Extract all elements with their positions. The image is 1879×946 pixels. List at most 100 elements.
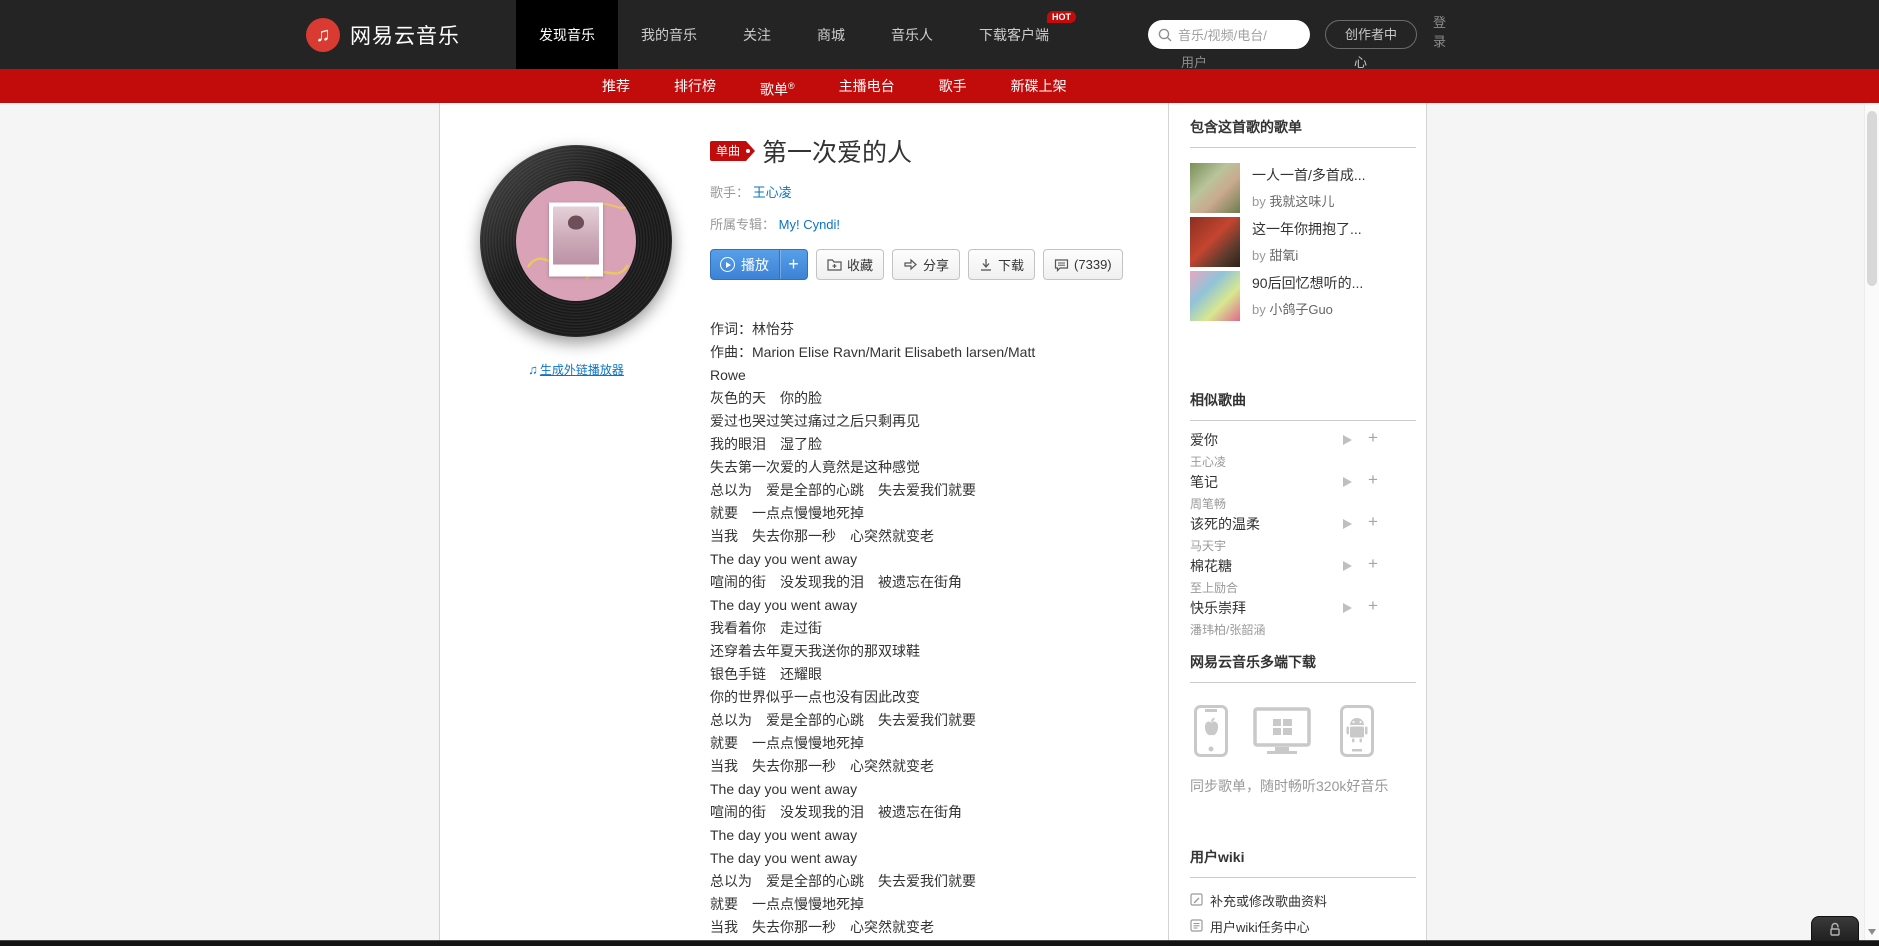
play-triangle-icon[interactable] — [1343, 561, 1352, 571]
topnav-item-label: 发现音乐 — [539, 26, 595, 43]
artist-link[interactable]: 王心凌 — [753, 185, 792, 200]
similar-song-title[interactable]: 快乐崇拜 — [1190, 598, 1416, 618]
similar-song-title[interactable]: 笔记 — [1190, 472, 1416, 492]
play-triangle-icon[interactable] — [1343, 435, 1352, 445]
playlist-item[interactable]: 一人一首/多首成... by 我就这味儿 — [1190, 163, 1416, 213]
similar-song-item: 棉花糖 至上励合 + — [1190, 554, 1416, 595]
subnav-item-5[interactable]: 新碟上架 — [989, 69, 1089, 107]
lyric-line: 爱过也哭过笑过痛过之后只剩再见 — [710, 413, 920, 429]
brand[interactable]: ♫ 网易云音乐 — [306, 0, 460, 69]
comment-button[interactable]: (7339) — [1043, 249, 1123, 280]
topnav-item-5[interactable]: 下载客户端 HOT — [956, 0, 1076, 69]
wiki-link-label: 补充或修改歌曲资料 — [1210, 894, 1328, 909]
topnav-item-2[interactable]: 关注 — [720, 0, 794, 69]
netease-logo-icon: ♫ — [306, 17, 340, 52]
folder-add-icon — [827, 258, 842, 271]
similar-song-item: 该死的温柔马天宇 + — [1190, 512, 1416, 553]
scroll-down-arrow-icon[interactable] — [1868, 929, 1876, 935]
page-scrollbar[interactable] — [1864, 103, 1879, 946]
playlist-item[interactable]: 这一年你拥抱了... by 甜氧i — [1190, 217, 1416, 267]
favorite-button[interactable]: 收藏 — [816, 249, 885, 280]
add-to-playlist-button[interactable]: + — [779, 250, 807, 279]
comment-count-label: (7339) — [1074, 257, 1112, 272]
subnav-item-4[interactable]: 歌手 — [917, 69, 989, 107]
download-button-label: 下载 — [998, 258, 1025, 273]
lyric-line: 就要 一点点慢慢地死掉 — [710, 896, 864, 912]
single-badge: 单曲 — [710, 141, 756, 161]
search-placeholder: 音乐/视频/电台/ — [1178, 28, 1267, 43]
pc-icon[interactable] — [1253, 707, 1311, 755]
topnav-item-3[interactable]: 商城 — [794, 0, 868, 69]
player-bar[interactable] — [0, 940, 1879, 946]
player-lock-tab[interactable] — [1811, 916, 1859, 941]
topnav-item-1[interactable]: 我的音乐 — [618, 0, 720, 69]
similar-song-title[interactable]: 爱你 — [1190, 430, 1416, 450]
add-icon[interactable]: + — [1368, 470, 1378, 490]
playlist-title[interactable]: 一人一首/多首成... — [1252, 165, 1366, 185]
playlist-text: 90后回忆想听的... by 小鸽子Guo — [1252, 271, 1363, 321]
play-triangle-icon[interactable] — [1343, 477, 1352, 487]
topnav-item-label: 关注 — [743, 26, 771, 43]
playlist-title[interactable]: 这一年你拥抱了... — [1252, 219, 1362, 239]
subnav-item-0[interactable]: 推荐 — [580, 69, 652, 107]
scrollbar-thumb[interactable] — [1867, 111, 1877, 286]
sidebar: 包含这首歌的歌单 一人一首/多首成... by 我就这味儿这一年你拥抱了... by… — [1190, 103, 1416, 946]
download-description: 同步歌单，随时畅听320k好音乐 — [1190, 778, 1389, 794]
login-button[interactable]: 登录 — [1433, 13, 1449, 51]
playlist-owner-name[interactable]: 我就这味儿 — [1269, 194, 1334, 209]
polaroid-photo — [549, 202, 603, 277]
lyric-line: 总以为 爱是全部的心跳 失去爱我们就要 — [710, 873, 976, 889]
wiki-link-item[interactable]: 用户wiki任务中心 — [1190, 917, 1416, 936]
wiki-link-item[interactable]: 补充或修改歌曲资料 — [1190, 891, 1416, 910]
topnav-item-label: 商城 — [817, 26, 845, 43]
play-triangle-icon[interactable] — [1343, 603, 1352, 613]
top-navbar: ♫ 网易云音乐 发现音乐 我的音乐 关注 商城 音乐人 下载客户端 HOT 音乐/视频/电台… — [0, 0, 1879, 70]
creator-center-button[interactable]: 创作者中 — [1325, 20, 1417, 49]
topnav-item-label: 我的音乐 — [641, 26, 697, 43]
subnav-item-2[interactable]: 歌单® — [738, 69, 817, 107]
lyric-line: 当我 失去你那一秒 心突然就变老 — [710, 758, 934, 774]
similar-songs-heading: 相似歌曲 — [1190, 390, 1416, 421]
add-icon[interactable]: + — [1368, 512, 1378, 532]
lyric-line: The day you went away — [710, 827, 858, 843]
play-triangle-icon[interactable] — [1343, 519, 1352, 529]
playlists-heading: 包含这首歌的歌单 — [1190, 117, 1416, 148]
playlist-title[interactable]: 90后回忆想听的... — [1252, 273, 1363, 293]
share-button[interactable]: 分享 — [892, 249, 961, 280]
playlist-owner-name[interactable]: 甜氧i — [1269, 248, 1298, 263]
search-placeholder-overflow: 用户 — [1181, 55, 1208, 70]
subnav-item-1[interactable]: 排行榜 — [652, 69, 738, 107]
topnav-item-0[interactable]: 发现音乐 — [516, 0, 618, 69]
favorite-button-label: 收藏 — [847, 258, 874, 273]
similar-song-title[interactable]: 棉花糖 — [1190, 556, 1416, 576]
similar-song-title[interactable]: 该死的温柔 — [1190, 514, 1416, 534]
add-icon[interactable]: + — [1368, 554, 1378, 574]
search-input[interactable]: 音乐/视频/电台/ — [1148, 20, 1310, 49]
album-disc — [480, 145, 672, 337]
playlist-owner-name[interactable]: 小鸽子Guo — [1269, 302, 1333, 317]
add-icon[interactable]: + — [1368, 596, 1378, 616]
download-button[interactable]: 下载 — [968, 249, 1036, 280]
lyric-line: 当我 失去你那一秒 心突然就变老 — [710, 919, 934, 935]
similar-song-artist: 马天宇 — [1190, 539, 1227, 553]
hot-badge: HOT — [1047, 11, 1076, 23]
lyric-line: 喧闹的街 没发现我的泪 被遗忘在街角 — [710, 804, 962, 820]
topnav-item-4[interactable]: 音乐人 — [868, 0, 956, 69]
android-icon[interactable] — [1340, 705, 1374, 757]
album-link[interactable]: My! Cyndi! — [779, 217, 840, 232]
comment-icon — [1054, 258, 1069, 272]
content-divider — [1168, 103, 1169, 946]
doc-icon — [1190, 918, 1203, 935]
topnav-item-label: 音乐人 — [891, 26, 933, 43]
generate-outchain-player-link[interactable]: 生成外链播放器 — [540, 363, 624, 377]
iphone-icon[interactable] — [1194, 705, 1228, 757]
playlist-owner: by 甜氧i — [1252, 248, 1299, 263]
add-icon[interactable]: + — [1368, 428, 1378, 448]
play-button[interactable]: 播放 — [711, 250, 779, 279]
lyric-line: 总以为 爱是全部的心跳 失去爱我们就要 — [710, 712, 976, 728]
lyric-line: 就要 一点点慢慢地死掉 — [710, 505, 864, 521]
sub-navbar: 推荐 排行榜 歌单® 主播电台 歌手 新碟上架 — [0, 61, 1879, 103]
playlist-item[interactable]: 90后回忆想听的... by 小鸽子Guo — [1190, 271, 1416, 321]
artist-label: 歌手： — [710, 185, 750, 200]
subnav-item-3[interactable]: 主播电台 — [817, 69, 917, 107]
